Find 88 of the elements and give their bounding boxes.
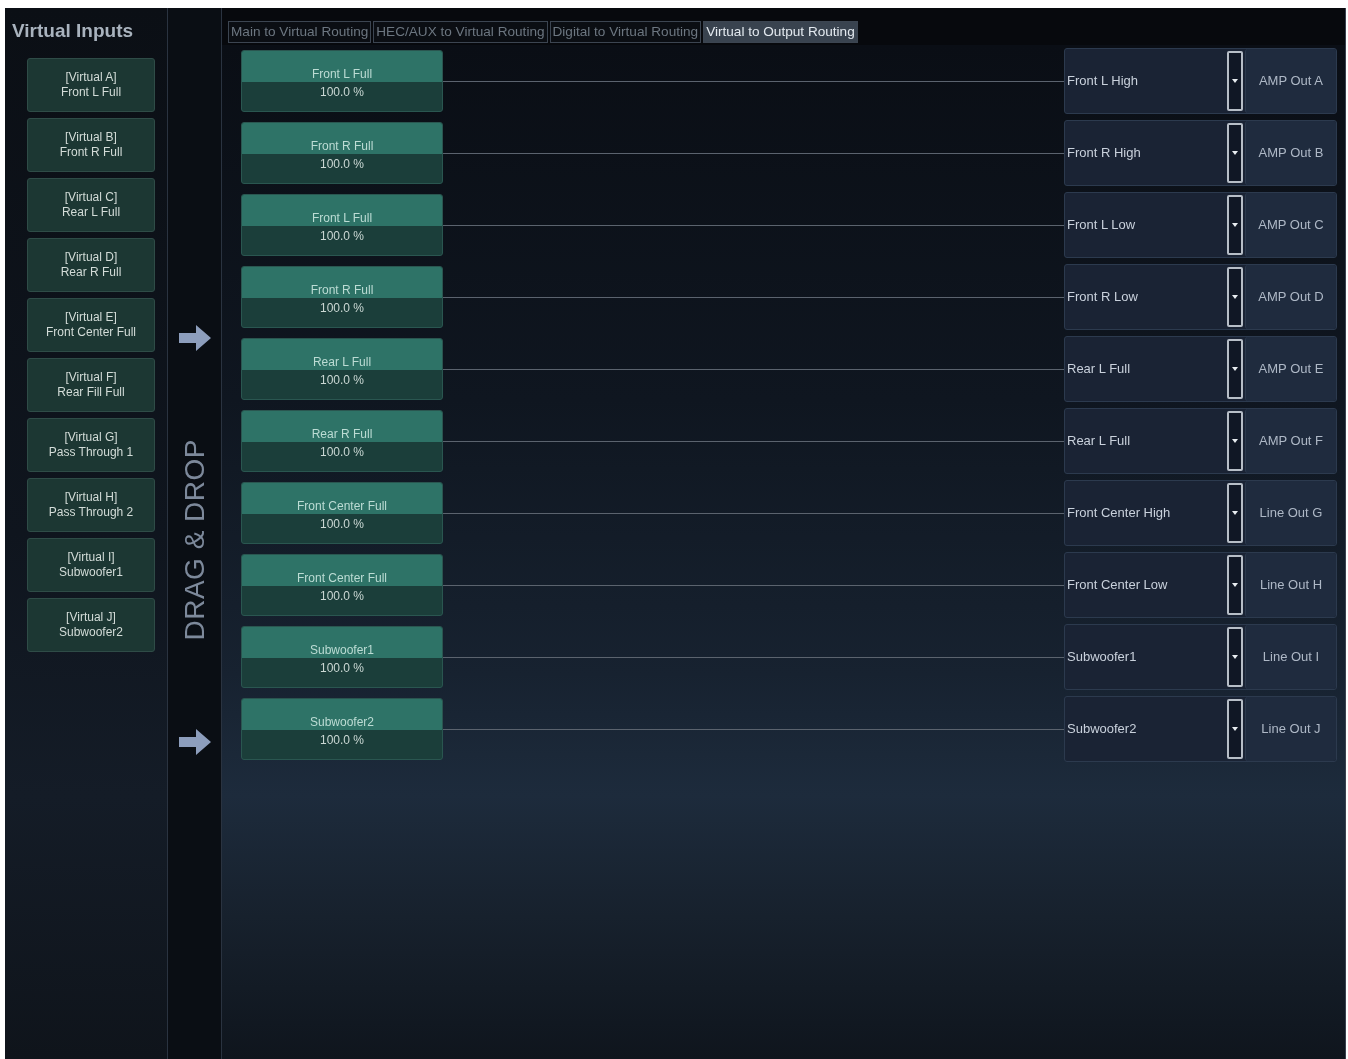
channel-label: Front L Low xyxy=(1067,217,1136,233)
source-name: Subwoofer1 xyxy=(242,627,442,658)
virtual-input-button[interactable]: [Virtual G] Pass Through 1 xyxy=(27,418,155,472)
source-name: Front R Full xyxy=(242,267,442,298)
channel-label: Front R Low xyxy=(1067,289,1138,305)
caret-icon xyxy=(1232,295,1238,299)
dropdown-button[interactable] xyxy=(1227,555,1243,615)
routing-tab[interactable]: Main to Virtual Routing xyxy=(228,21,372,43)
output-label: Line Out H xyxy=(1245,553,1336,617)
dropdown-button[interactable] xyxy=(1227,51,1243,111)
channel-label: Subwoofer1 xyxy=(1067,649,1137,665)
routing-tab[interactable]: HEC/AUX to Virtual Routing xyxy=(373,21,548,43)
gain-value: 100.0 % xyxy=(319,661,364,675)
output-label: AMP Out E xyxy=(1245,337,1336,401)
output-label: AMP Out D xyxy=(1245,265,1336,329)
source-block[interactable]: Front Center Full 100.0 % xyxy=(241,554,443,616)
source-block[interactable]: Front R Full 100.0 % xyxy=(241,266,443,328)
source-block[interactable]: Subwoofer2 100.0 % xyxy=(241,698,443,760)
virtual-input-button[interactable]: [Virtual I] Subwoofer1 xyxy=(27,538,155,592)
source-name: Rear R Full xyxy=(242,411,442,442)
source-block[interactable]: Rear L Full 100.0 % xyxy=(241,338,443,400)
gain-value: 100.0 % xyxy=(319,301,364,315)
dropdown-button[interactable] xyxy=(1227,339,1243,399)
caret-icon xyxy=(1232,223,1238,227)
caret-icon xyxy=(1232,367,1238,371)
channel-label: Front R High xyxy=(1067,145,1141,161)
channel-label: Front L High xyxy=(1067,73,1139,89)
dropdown-button[interactable] xyxy=(1227,267,1243,327)
caret-icon xyxy=(1232,151,1238,155)
virtual-input-button[interactable]: [Virtual H] Pass Through 2 xyxy=(27,478,155,532)
dropdown-button[interactable] xyxy=(1227,195,1243,255)
output-label: Line Out G xyxy=(1245,481,1336,545)
source-name: Front L Full xyxy=(242,51,442,82)
channel-label: Front Center Low xyxy=(1067,577,1168,593)
panel-title: Virtual Inputs xyxy=(12,20,134,42)
dropdown-button[interactable] xyxy=(1227,627,1243,687)
source-block[interactable]: Front L Full 100.0 % xyxy=(241,194,443,256)
routing-tab[interactable]: Digital to Virtual Routing xyxy=(549,21,702,43)
output-label: AMP Out A xyxy=(1245,49,1336,113)
drag-drop-label: DRAG & DROP xyxy=(179,439,210,641)
gain-value: 100.0 % xyxy=(319,85,364,99)
virtual-input-button[interactable]: [Virtual J] Subwoofer2 xyxy=(27,598,155,652)
source-name: Rear L Full xyxy=(242,339,442,370)
source-block[interactable]: Subwoofer1 100.0 % xyxy=(241,626,443,688)
output-label: AMP Out B xyxy=(1245,121,1336,185)
output-label: AMP Out C xyxy=(1245,193,1336,257)
dropdown-button[interactable] xyxy=(1227,123,1243,183)
routing-tab[interactable]: Virtual to Output Routing xyxy=(703,21,858,43)
dropdown-button[interactable] xyxy=(1227,411,1243,471)
channel-label: Subwoofer2 xyxy=(1067,721,1137,737)
caret-icon xyxy=(1232,79,1238,83)
virtual-input-button[interactable]: [Virtual B] Front R Full xyxy=(27,118,155,172)
virtual-input-button[interactable]: [Virtual F] Rear Fill Full xyxy=(27,358,155,412)
gain-value: 100.0 % xyxy=(319,589,364,603)
channel-label: Front Center High xyxy=(1067,505,1171,521)
channel-label: Rear L Full xyxy=(1067,433,1131,449)
gain-value: 100.0 % xyxy=(319,373,364,387)
gain-value: 100.0 % xyxy=(319,517,364,531)
arrow-icon xyxy=(178,728,211,755)
virtual-input-button[interactable]: [Virtual D] Rear R Full xyxy=(27,238,155,292)
dropdown-button[interactable] xyxy=(1227,699,1243,759)
caret-icon xyxy=(1232,727,1238,731)
source-name: Front Center Full xyxy=(242,555,442,586)
output-label: Line Out I xyxy=(1245,625,1336,689)
gain-value: 100.0 % xyxy=(319,157,364,171)
channel-label: Rear L Full xyxy=(1067,361,1131,377)
dropdown-button[interactable] xyxy=(1227,483,1243,543)
gain-value: 100.0 % xyxy=(319,229,364,243)
virtual-input-button[interactable]: [Virtual A] Front L Full xyxy=(27,58,155,112)
virtual-input-button[interactable]: [Virtual C] Rear L Full xyxy=(27,178,155,232)
virtual-input-button[interactable]: [Virtual E] Front Center Full xyxy=(27,298,155,352)
source-block[interactable]: Rear R Full 100.0 % xyxy=(241,410,443,472)
source-block[interactable]: Front Center Full 100.0 % xyxy=(241,482,443,544)
source-block[interactable]: Front R Full 100.0 % xyxy=(241,122,443,184)
output-label: Line Out J xyxy=(1245,697,1336,761)
output-label: AMP Out F xyxy=(1245,409,1336,473)
caret-icon xyxy=(1232,583,1238,587)
caret-icon xyxy=(1232,655,1238,659)
caret-icon xyxy=(1232,439,1238,443)
source-name: Front Center Full xyxy=(242,483,442,514)
source-name: Subwoofer2 xyxy=(242,699,442,730)
source-name: Front L Full xyxy=(242,195,442,226)
source-name: Front R Full xyxy=(242,123,442,154)
arrow-icon xyxy=(178,325,211,351)
caret-icon xyxy=(1232,511,1238,515)
gain-value: 100.0 % xyxy=(319,733,364,747)
source-block[interactable]: Front L Full 100.0 % xyxy=(241,50,443,112)
gain-value: 100.0 % xyxy=(319,445,364,459)
